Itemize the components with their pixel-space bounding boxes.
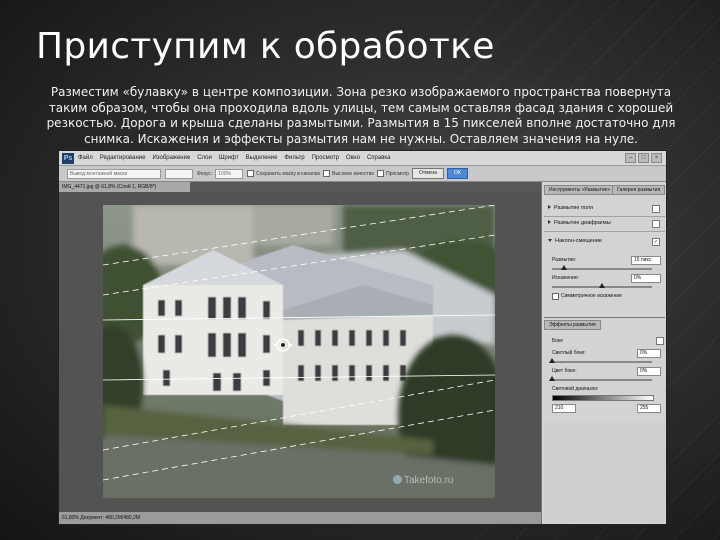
cancel-button[interactable]: Отмена: [411, 168, 444, 179]
light-bokeh-slider-thumb[interactable]: [549, 358, 555, 363]
maximize-button[interactable]: □: [638, 153, 649, 163]
blur-tools-panel: Инструменты «Размытие» Размытие поля Раз…: [541, 182, 666, 524]
bokeh-checkbox[interactable]: ✓: [656, 337, 664, 345]
field-blur-label: Размытие поля: [554, 205, 594, 211]
status-bar: 61,80% Документ: 480,2M/480,2M: [59, 512, 544, 524]
photoshop-logo-icon: Ps: [62, 152, 74, 164]
divider: [544, 216, 665, 217]
iris-blur-checkbox[interactable]: [652, 220, 660, 228]
watermark: Takefoto.ru: [393, 475, 453, 486]
bokeh-color-slider-thumb[interactable]: [549, 376, 555, 381]
light-range-label: Световой диапазон:: [552, 386, 599, 392]
tab-blur-gallery[interactable]: Галерея размытия: [612, 185, 666, 195]
high-quality-label: Высокое качество: [332, 170, 375, 177]
output-select[interactable]: Вывод монтажной маски: [67, 168, 161, 179]
blur-value-input[interactable]: 15 пикс.: [631, 256, 661, 265]
menu-select[interactable]: Выделение: [246, 155, 278, 161]
menu-view[interactable]: Просмотр: [312, 155, 339, 161]
save-mask-label: Сохранить маску в каналах: [256, 170, 321, 177]
slide-body-text: Разместим «булавку» в центре композиции.…: [46, 85, 676, 146]
symmetric-distortion-label: Симметричное искажение: [561, 293, 622, 299]
canvas-area[interactable]: Takefoto.ru: [59, 192, 541, 512]
menu-help[interactable]: Справка: [367, 155, 391, 161]
panel-item-field-blur[interactable]: Размытие поля: [548, 204, 660, 213]
light-bokeh-input[interactable]: 0%: [637, 349, 661, 358]
bokeh-label: Боке: [552, 338, 564, 344]
light-bokeh-slider[interactable]: [549, 358, 652, 363]
bokeh-color-input[interactable]: 0%: [637, 367, 661, 376]
menu-edit[interactable]: Редактирование: [100, 155, 146, 161]
close-button[interactable]: ×: [651, 153, 662, 163]
range-high-input[interactable]: 255: [637, 404, 661, 413]
expand-arrow-icon[interactable]: [548, 205, 551, 209]
watermark-text: Takefoto.ru: [404, 475, 454, 486]
tab-blur-tools[interactable]: Инструменты «Размытие»: [544, 185, 616, 195]
options-bar: Вывод монтажной маски Фокус: 100% Сохран…: [59, 166, 666, 182]
panel-item-iris-blur[interactable]: Размытие диафрагмы: [548, 219, 660, 228]
distortion-value-input[interactable]: 0%: [631, 274, 661, 283]
blank-field[interactable]: [165, 168, 193, 179]
watermark-logo-icon: [393, 475, 402, 484]
tilt-shift-label: Наклон-смещение: [555, 238, 602, 244]
menu-layers[interactable]: Слои: [197, 155, 212, 161]
tab-blur-effects[interactable]: Эффекты размытия: [544, 320, 601, 330]
divider: [544, 231, 665, 232]
menu-bar: Ps Файл Редактирование Изображение Слои …: [59, 151, 666, 166]
photoshop-window: Ps Файл Редактирование Изображение Слои …: [58, 150, 667, 525]
divider: [544, 317, 665, 318]
light-range-gradient[interactable]: [552, 395, 654, 401]
ok-button[interactable]: OK: [446, 168, 469, 179]
tilt-shift-checkbox[interactable]: ✓: [652, 238, 660, 246]
window-controls: – □ ×: [625, 153, 662, 163]
light-bokeh-label: Светлый боке:: [552, 350, 586, 356]
panel-item-tilt-shift[interactable]: Наклон-смещение ✓: [548, 237, 660, 246]
menu-file[interactable]: Файл: [78, 155, 93, 161]
tilt-shift-photo[interactable]: Takefoto.ru: [103, 205, 495, 498]
distortion-label: Искажение:: [552, 275, 580, 281]
field-blur-checkbox[interactable]: [652, 205, 660, 213]
distortion-slider[interactable]: [552, 283, 652, 288]
photo-illustration: [103, 205, 495, 498]
symmetric-distortion-checkbox[interactable]: [552, 293, 559, 300]
expand-arrow-icon[interactable]: [548, 220, 551, 224]
minimize-button[interactable]: –: [625, 153, 636, 163]
high-quality-checkbox[interactable]: [323, 170, 331, 177]
menu-image[interactable]: Изображение: [152, 155, 190, 161]
document-tab[interactable]: IMG_4471.jpg @ 61,8% (Слой 1, RGB/8*): [59, 182, 190, 192]
focus-label: Фокус:: [197, 170, 213, 177]
distortion-slider-thumb[interactable]: [599, 283, 605, 288]
blur-slider[interactable]: [552, 265, 652, 270]
menu-filter[interactable]: Фильтр: [284, 155, 304, 161]
bokeh-color-label: Цвет боке:: [552, 368, 577, 374]
slide-title: Приступим к обработке: [36, 26, 495, 67]
menu-type[interactable]: Шрифт: [219, 155, 239, 161]
menu-window[interactable]: Окно: [346, 155, 360, 161]
blur-slider-thumb[interactable]: [561, 265, 567, 270]
range-low-input[interactable]: 210: [552, 404, 576, 413]
iris-blur-label: Размытие диафрагмы: [554, 220, 611, 226]
preview-checkbox[interactable]: [377, 170, 385, 177]
panel-empty-area: [544, 422, 665, 522]
blur-label: Размытие:: [552, 257, 577, 263]
save-mask-checkbox[interactable]: [247, 170, 255, 177]
preview-label: Просмотр: [386, 170, 409, 177]
focus-input[interactable]: 100%: [215, 168, 244, 179]
collapse-arrow-icon[interactable]: [548, 239, 552, 242]
bokeh-color-slider[interactable]: [549, 376, 652, 381]
